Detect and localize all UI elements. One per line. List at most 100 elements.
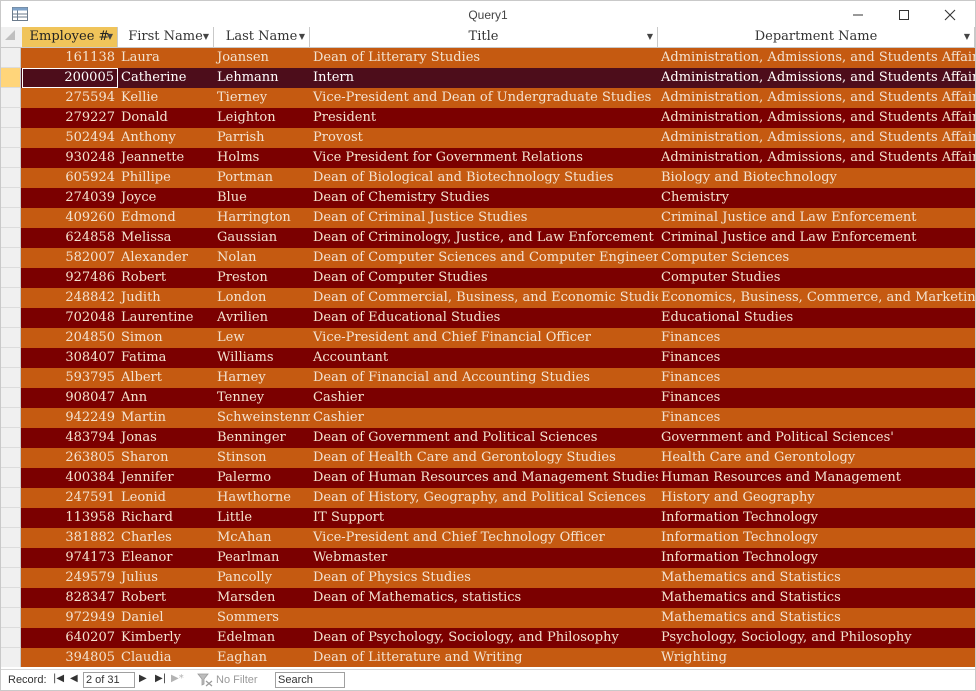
record-selector[interactable] <box>1 148 21 168</box>
title-cell[interactable]: Vice President for Government Relations <box>310 148 658 168</box>
title-cell[interactable]: IT Support <box>310 508 658 528</box>
title-cell[interactable]: Dean of Criminology, Justice, and Law En… <box>310 228 658 248</box>
record-selector[interactable] <box>1 368 21 388</box>
table-row[interactable]: 200005 Catherine Lehmann Intern Administrati… <box>1 68 975 88</box>
table-row[interactable]: 605924 Phillipe Portman Dean of Biological … <box>1 168 975 188</box>
table-row[interactable]: 394805 Claudia Eaghan Dean of Litterature a… <box>1 648 975 667</box>
last-name-cell[interactable]: Tierney <box>214 88 310 108</box>
department-cell[interactable]: Health Care and Gerontology <box>658 448 975 468</box>
employee-number-cell[interactable]: 702048 <box>22 308 118 328</box>
first-name-cell[interactable]: Charles <box>118 528 214 548</box>
table-row[interactable]: 381882 Charles McAhan Vice-President and Ch… <box>1 528 975 548</box>
department-cell[interactable]: Administration, Admissions, and Students… <box>658 88 975 108</box>
record-selector[interactable] <box>1 448 21 468</box>
first-name-cell[interactable]: Simon <box>118 328 214 348</box>
table-row[interactable]: 400384 Jennifer Palermo Dean of Human Resou… <box>1 468 975 488</box>
department-cell[interactable]: Computer Sciences <box>658 248 975 268</box>
department-cell[interactable]: Finances <box>658 408 975 428</box>
employee-number-cell[interactable]: 593795 <box>22 368 118 388</box>
first-name-cell[interactable]: Laurentine <box>118 308 214 328</box>
record-selector[interactable] <box>1 468 21 488</box>
last-name-cell[interactable]: Preston <box>214 268 310 288</box>
record-selector[interactable] <box>1 428 21 448</box>
department-cell[interactable]: Administration, Admissions, and Students… <box>658 128 975 148</box>
department-cell[interactable]: Human Resources and Management <box>658 468 975 488</box>
department-cell[interactable]: Finances <box>658 328 975 348</box>
employee-number-cell[interactable]: 908047 <box>22 388 118 408</box>
record-selector[interactable] <box>1 168 21 188</box>
record-selector[interactable] <box>1 208 21 228</box>
first-name-cell[interactable]: Laura <box>118 48 214 68</box>
last-name-cell[interactable]: Portman <box>214 168 310 188</box>
first-name-cell[interactable]: Martin <box>118 408 214 428</box>
employee-number-cell[interactable]: 409260 <box>22 208 118 228</box>
employee-number-cell[interactable]: 624858 <box>22 228 118 248</box>
previous-record-icon[interactable]: ◀ <box>70 673 78 684</box>
first-name-cell[interactable]: Jennifer <box>118 468 214 488</box>
first-name-cell[interactable]: Kimberly <box>118 628 214 648</box>
record-selector[interactable] <box>1 228 21 248</box>
title-cell[interactable]: Dean of Educational Studies <box>310 308 658 328</box>
record-selector[interactable] <box>1 488 21 508</box>
last-name-cell[interactable]: Eaghan <box>214 648 310 667</box>
employee-number-cell[interactable]: 640207 <box>22 628 118 648</box>
chevron-down-icon[interactable]: ▼ <box>647 27 653 47</box>
last-name-cell[interactable]: Harney <box>214 368 310 388</box>
record-selector[interactable] <box>1 68 21 88</box>
last-name-cell[interactable]: Benninger <box>214 428 310 448</box>
department-cell[interactable]: Mathematics and Statistics <box>658 568 975 588</box>
record-selector[interactable] <box>1 128 21 148</box>
title-cell[interactable]: Dean of Criminal Justice Studies <box>310 208 658 228</box>
department-cell[interactable]: Criminal Justice and Law Enforcement <box>658 208 975 228</box>
last-name-cell[interactable]: Little <box>214 508 310 528</box>
title-cell[interactable]: Dean of Health Care and Gerontology Stud… <box>310 448 658 468</box>
last-name-cell[interactable]: Sommers <box>214 608 310 628</box>
table-row[interactable]: 582007 Alexander Nolan Dean of Computer Sci… <box>1 248 975 268</box>
title-cell[interactable]: Webmaster <box>310 548 658 568</box>
table-row[interactable]: 702048 Laurentine Avrilien Dean of Educatio… <box>1 308 975 328</box>
employee-number-cell[interactable]: 204850 <box>22 328 118 348</box>
employee-number-cell[interactable]: 582007 <box>22 248 118 268</box>
first-name-cell[interactable]: Phillipe <box>118 168 214 188</box>
chevron-down-icon[interactable]: ▼ <box>203 27 209 47</box>
table-row[interactable]: 308407 Fatima Williams Accountant Finances <box>1 348 975 368</box>
employee-number-cell[interactable]: 972949 <box>22 608 118 628</box>
title-cell[interactable]: Dean of Physics Studies <box>310 568 658 588</box>
title-cell[interactable]: Dean of Litterature and Writing <box>310 648 658 667</box>
department-cell[interactable]: Administration, Admissions, and Students… <box>658 148 975 168</box>
last-name-cell[interactable]: Edelman <box>214 628 310 648</box>
first-name-cell[interactable]: Joyce <box>118 188 214 208</box>
department-cell[interactable]: Educational Studies <box>658 308 975 328</box>
title-cell[interactable]: Dean of Biological and Biotechnology Stu… <box>310 168 658 188</box>
last-name-cell[interactable]: Pearlman <box>214 548 310 568</box>
title-cell[interactable]: Dean of Government and Political Science… <box>310 428 658 448</box>
column-header-employee-number[interactable]: Employee # ▼ <box>22 27 118 47</box>
department-cell[interactable]: Wrighting <box>658 648 975 667</box>
table-row[interactable]: 247591 Leonid Hawthorne Dean of History, Ge… <box>1 488 975 508</box>
next-record-icon[interactable]: ▶ <box>139 673 147 684</box>
chevron-down-icon[interactable]: ▼ <box>107 27 113 47</box>
table-row[interactable]: 204850 Simon Lew Vice-President and Chief F… <box>1 328 975 348</box>
table-row[interactable]: 942249MartinSchweinstenmanCashierFinance… <box>1 408 975 428</box>
employee-number-cell[interactable]: 930248 <box>22 148 118 168</box>
employee-number-cell[interactable]: 381882 <box>22 528 118 548</box>
no-filter-button[interactable]: No Filter <box>216 674 258 686</box>
last-name-cell[interactable]: McAhan <box>214 528 310 548</box>
last-record-icon[interactable]: ▶| <box>155 673 166 684</box>
last-name-cell[interactable]: Marsden <box>214 588 310 608</box>
employee-number-cell[interactable]: 279227 <box>22 108 118 128</box>
record-selector[interactable] <box>1 388 21 408</box>
employee-number-cell[interactable]: 974173 <box>22 548 118 568</box>
department-cell[interactable]: Economics, Business, Commerce, and Marke… <box>658 288 975 308</box>
title-cell[interactable]: Dean of Psychology, Sociology, and Philo… <box>310 628 658 648</box>
department-cell[interactable]: Criminal Justice and Law Enforcement <box>658 228 975 248</box>
table-row[interactable]: 502494 Anthony Parrish Provost Administratio… <box>1 128 975 148</box>
employee-number-cell[interactable]: 200005 <box>22 68 118 88</box>
table-row[interactable]: 483794 Jonas Benninger Dean of Government a… <box>1 428 975 448</box>
department-cell[interactable]: Chemistry <box>658 188 975 208</box>
filter-icon[interactable] <box>197 673 213 687</box>
title-cell[interactable]: President <box>310 108 658 128</box>
employee-number-cell[interactable]: 275594 <box>22 88 118 108</box>
first-name-cell[interactable]: Julius <box>118 568 214 588</box>
last-name-cell[interactable]: Palermo <box>214 468 310 488</box>
